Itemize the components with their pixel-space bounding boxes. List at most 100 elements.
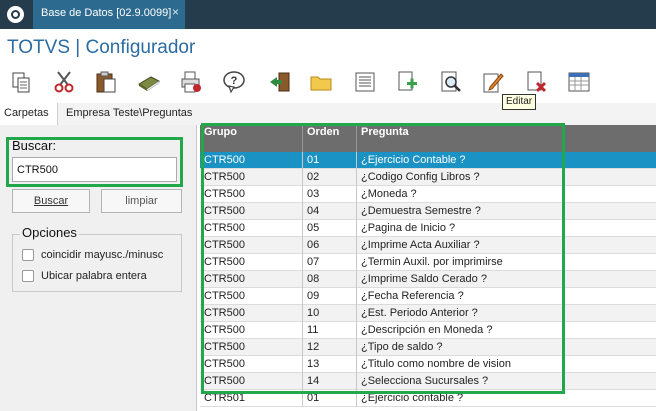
questions-grid: Grupo Orden Pregunta CTR500 01 ¿Ejercicio … (200, 125, 656, 411)
limpiar-button[interactable]: limpiar (101, 189, 182, 213)
cell-pregunta: ¿Codigo Config Libros ? (361, 171, 480, 183)
table-row[interactable]: CTR500 02 ¿Codigo Config Libros ? (200, 169, 656, 186)
grid-header: Grupo Orden Pregunta (200, 125, 656, 152)
table-row[interactable]: CTR500 08 ¿Imprime Saldo Cerado ? (200, 271, 656, 288)
buscar-button[interactable]: Buscar (12, 189, 90, 213)
cell-pregunta: ¿Termin Auxil. por imprimirse (361, 256, 503, 268)
cell-orden: 05 (303, 220, 357, 237)
cell-pregunta: ¿Pagina de Inicio ? (361, 222, 456, 234)
cell-orden: 07 (303, 254, 357, 271)
cell-pregunta: ¿Ejercicio contable ? (361, 392, 464, 404)
cell-grupo: CTR500 (200, 356, 303, 373)
limpiar-button-label: limpiar (125, 195, 158, 207)
app-title: TOTVS | Configurador (7, 37, 196, 58)
preview-icon[interactable] (439, 70, 463, 94)
printer-icon[interactable] (179, 70, 203, 94)
cell-orden: 01 (303, 390, 357, 407)
cell-grupo: CTR500 (200, 203, 303, 220)
tab-base-de-datos[interactable]: Base de Datos [02.9.0099] × (33, 0, 185, 29)
column-header-grupo[interactable]: Grupo (200, 125, 303, 152)
table-row[interactable]: CTR500 14 ¿Selecciona Sucursales ? (200, 373, 656, 390)
column-header-pregunta[interactable]: Pregunta (357, 125, 656, 152)
cell-orden: 09 (303, 288, 357, 305)
table-row[interactable]: CTR500 06 ¿Imprime Acta Auxiliar ? (200, 237, 656, 254)
table-row[interactable]: CTR500 07 ¿Termin Auxil. por imprimirse (200, 254, 656, 271)
toolbar: ? (0, 66, 656, 98)
cell-grupo: CTR500 (200, 254, 303, 271)
folder-icon[interactable] (309, 70, 333, 94)
cell-pregunta: ¿Selecciona Sucursales ? (361, 375, 489, 387)
cell-orden: 04 (303, 203, 357, 220)
cell-orden: 13 (303, 356, 357, 373)
cell-orden: 10 (303, 305, 357, 322)
table-row[interactable]: CTR500 13 ¿Titulo como nombre de vision (200, 356, 656, 373)
checkbox[interactable] (22, 270, 34, 282)
table-row[interactable]: CTR500 12 ¿Tipo de saldo ? (200, 339, 656, 356)
cell-pregunta: ¿Imprime Saldo Cerado ? (361, 273, 487, 285)
totvs-logo-icon[interactable] (7, 6, 24, 23)
cell-pregunta: ¿Est. Periodo Anterior ? (361, 307, 478, 319)
cell-grupo: CTR500 (200, 288, 303, 305)
search-panel: Buscar: Buscar limpiar Opciones coincidi… (0, 125, 197, 411)
tab-label: Base de Datos [02.9.0099] (41, 7, 172, 19)
cell-orden: 01 (303, 152, 357, 169)
add-document-icon[interactable] (395, 70, 419, 94)
tooltip-editar: Editar (502, 94, 537, 110)
cell-grupo: CTR500 (200, 237, 303, 254)
table-row[interactable]: CTR500 01 ¿Ejercicio Contable ? (200, 152, 656, 169)
cell-orden: 14 (303, 373, 357, 390)
cell-orden: 12 (303, 339, 357, 356)
cell-grupo: CTR500 (200, 220, 303, 237)
copy-icon[interactable] (9, 70, 33, 94)
cell-grupo: CTR500 (200, 305, 303, 322)
section-tabs: Carpetas Empresa Teste\Preguntas (0, 103, 656, 125)
edit-icon[interactable] (481, 70, 505, 94)
help-icon[interactable]: ? (222, 70, 246, 94)
cell-pregunta: ¿Descripción en Moneda ? (361, 324, 493, 336)
exit-icon[interactable] (268, 70, 292, 94)
cell-orden: 02 (303, 169, 357, 186)
cell-pregunta: ¿Imprime Acta Auxiliar ? (361, 239, 480, 251)
cell-orden: 03 (303, 186, 357, 203)
delete-document-icon[interactable] (524, 70, 548, 94)
table-row[interactable]: CTR501 01 ¿Ejercicio contable ? (200, 390, 656, 407)
top-tab-bar: Base de Datos [02.9.0099] × (0, 0, 656, 29)
tab-carpetas[interactable]: Carpetas (0, 103, 57, 125)
table-row[interactable]: CTR500 03 ¿Moneda ? (200, 186, 656, 203)
search-label: Buscar: (12, 138, 57, 153)
book-icon[interactable] (137, 70, 161, 94)
cell-pregunta: ¿Moneda ? (361, 188, 417, 200)
table-row[interactable]: CTR500 10 ¿Est. Periodo Anterior ? (200, 305, 656, 322)
column-header-orden[interactable]: Orden (303, 125, 357, 152)
cell-orden: 11 (303, 322, 357, 339)
cell-grupo: CTR500 (200, 152, 303, 169)
cell-grupo: CTR500 (200, 373, 303, 390)
options-group (12, 234, 182, 292)
cell-grupo: CTR500 (200, 322, 303, 339)
cell-grupo: CTR500 (200, 271, 303, 288)
list-icon[interactable] (353, 70, 377, 94)
cut-icon[interactable] (52, 70, 76, 94)
table-row[interactable]: CTR500 09 ¿Fecha Referencia ? (200, 288, 656, 305)
search-input[interactable] (12, 157, 177, 182)
checkbox[interactable] (22, 249, 34, 261)
cell-pregunta: ¿Titulo como nombre de vision (361, 358, 511, 370)
cell-pregunta: ¿Demuestra Semestre ? (361, 205, 481, 217)
table-row[interactable]: CTR500 05 ¿Pagina de Inicio ? (200, 220, 656, 237)
cell-grupo: CTR501 (200, 390, 303, 407)
option-label: Ubicar palabra entera (41, 270, 147, 282)
breadcrumb: Empresa Teste\Preguntas (57, 103, 656, 125)
calendar-icon[interactable] (567, 70, 591, 94)
svg-text:?: ? (231, 75, 238, 87)
options-legend: Opciones (20, 225, 79, 240)
table-row[interactable]: CTR500 11 ¿Descripción en Moneda ? (200, 322, 656, 339)
cell-grupo: CTR500 (200, 339, 303, 356)
close-icon[interactable]: × (172, 5, 179, 19)
cell-pregunta: ¿Fecha Referencia ? (361, 290, 464, 302)
paste-icon[interactable] (94, 70, 118, 94)
buscar-button-label: Buscar (33, 195, 69, 207)
cell-pregunta: ¿Ejercicio Contable ? (361, 154, 466, 166)
cell-orden: 08 (303, 271, 357, 288)
table-row[interactable]: CTR500 04 ¿Demuestra Semestre ? (200, 203, 656, 220)
cell-grupo: CTR500 (200, 169, 303, 186)
